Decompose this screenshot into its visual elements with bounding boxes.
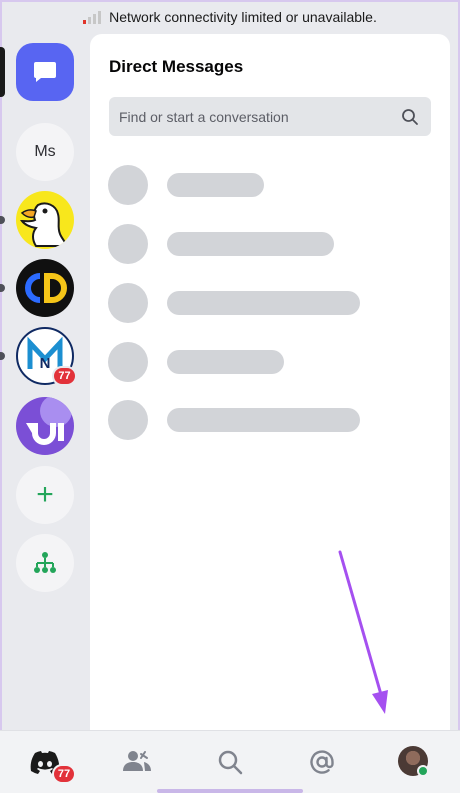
cd-logo-icon <box>25 273 67 303</box>
selected-indicator <box>0 47 5 97</box>
unread-indicator <box>0 284 5 292</box>
abstract-logo-icon <box>26 397 72 445</box>
placeholder-line <box>167 232 334 256</box>
explore-servers-button[interactable] <box>16 534 74 592</box>
placeholder-avatar <box>108 400 148 440</box>
notification-badge: 77 <box>52 764 76 784</box>
signal-bars-icon <box>83 10 102 24</box>
unread-indicator <box>0 216 5 224</box>
hierarchy-icon <box>34 552 56 573</box>
placeholder-avatar <box>108 283 148 323</box>
online-status-indicator <box>417 765 429 777</box>
loading-placeholder-row <box>108 224 388 264</box>
server-purple[interactable] <box>16 397 74 455</box>
placeholder-line <box>167 173 264 197</box>
plus-icon: + <box>36 478 54 511</box>
unread-indicator <box>0 352 5 360</box>
search-bar[interactable] <box>109 97 431 136</box>
placeholder-avatar <box>108 224 148 264</box>
status-bar: Network connectivity limited or unavaila… <box>0 0 460 34</box>
placeholder-avatar <box>108 165 148 205</box>
server-list: Ms N 77 + <box>0 34 90 729</box>
friends-icon <box>123 751 151 771</box>
add-server-button[interactable]: + <box>16 466 74 524</box>
server-label: N <box>40 355 51 372</box>
chat-bubble-icon <box>34 62 56 82</box>
server-cd[interactable] <box>16 259 74 317</box>
loading-placeholder-row <box>108 342 388 382</box>
duck-icon <box>19 202 68 247</box>
mention-badge: 77 <box>52 366 77 386</box>
direct-messages-panel: Direct Messages <box>90 34 450 730</box>
server-label: Ms <box>34 143 56 160</box>
search-icon <box>218 750 243 775</box>
nav-friends[interactable] <box>120 745 154 779</box>
home-indicator <box>157 789 303 793</box>
bottom-navigation: 77 <box>0 730 460 793</box>
nav-search[interactable] <box>213 745 247 779</box>
server-ms[interactable]: Ms <box>16 123 74 181</box>
placeholder-line <box>167 291 360 315</box>
nav-mentions[interactable] <box>305 745 339 779</box>
loading-placeholder-row <box>108 165 388 205</box>
placeholder-line <box>167 350 284 374</box>
placeholder-avatar <box>108 342 148 382</box>
at-sign-icon <box>310 750 334 774</box>
search-icon <box>402 108 418 125</box>
page-title: Direct Messages <box>109 57 244 76</box>
server-duck[interactable] <box>16 191 74 249</box>
loading-placeholder-row <box>108 283 388 323</box>
search-input[interactable] <box>119 108 389 125</box>
loading-placeholder-row <box>108 400 388 440</box>
network-status-text: Network connectivity limited or unavaila… <box>109 9 377 25</box>
direct-messages-button[interactable] <box>16 43 74 101</box>
placeholder-line <box>167 408 360 432</box>
annotation-arrow <box>338 550 388 714</box>
